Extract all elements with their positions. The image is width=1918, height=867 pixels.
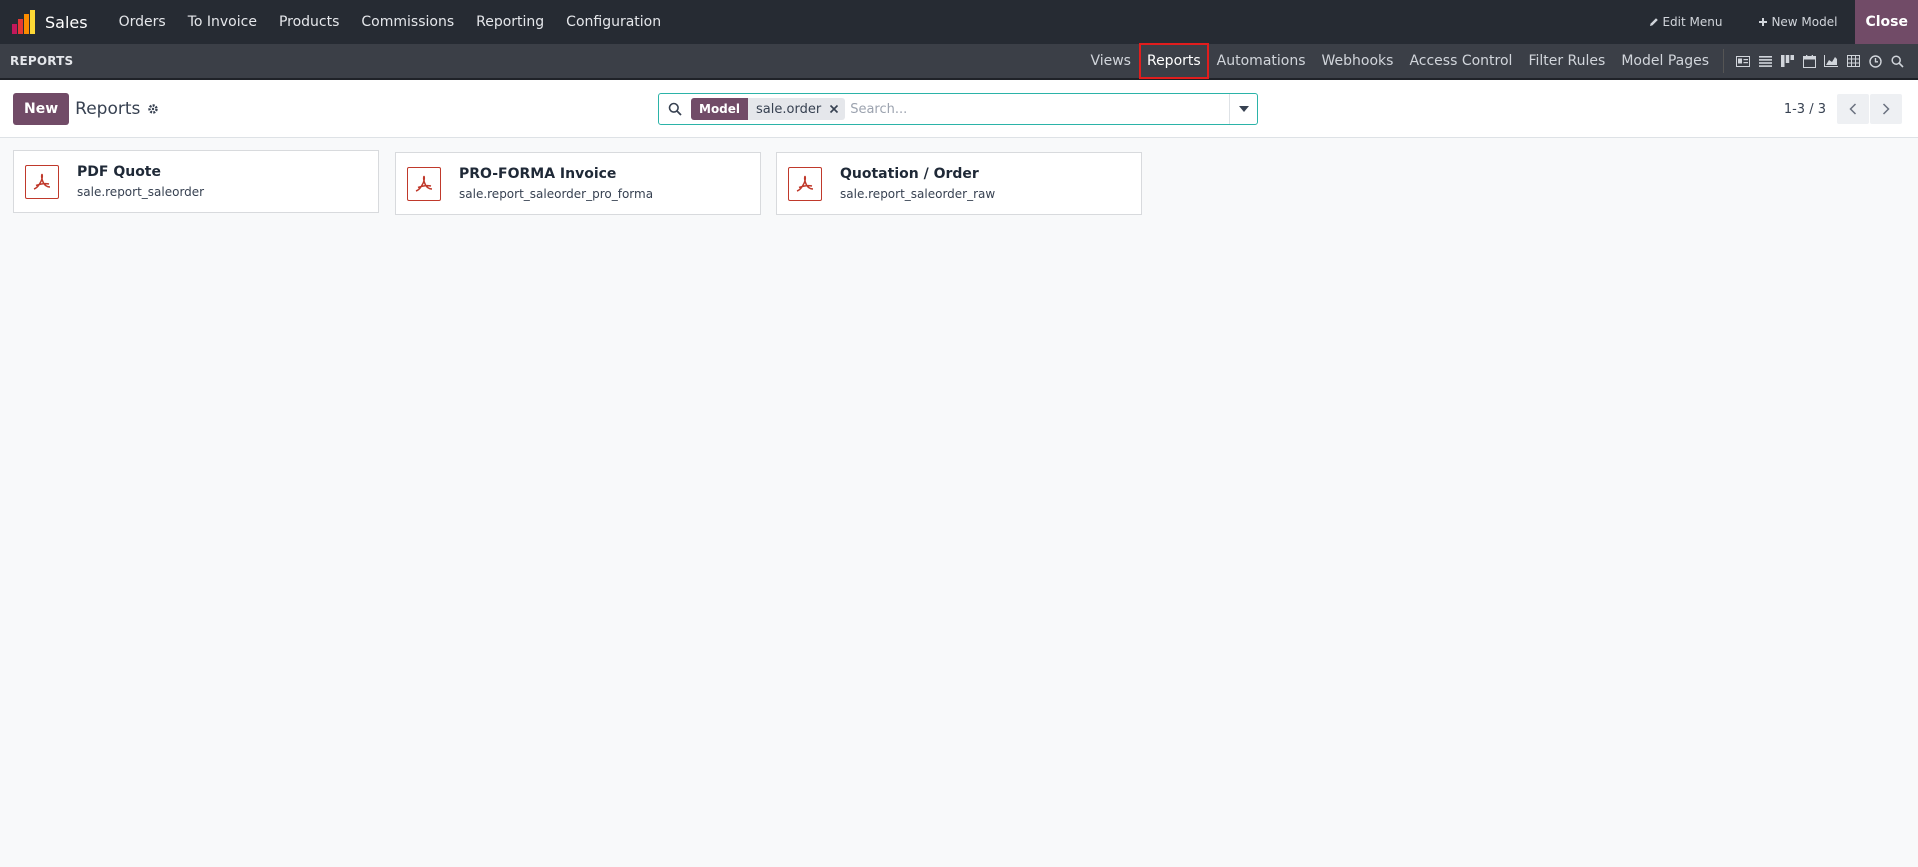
report-title: PDF Quote: [77, 164, 161, 180]
remove-facet-icon[interactable]: [829, 104, 845, 114]
graph-view-icon[interactable]: [1822, 52, 1840, 70]
search-options-toggle[interactable]: [1229, 94, 1257, 124]
search-icon[interactable]: [659, 102, 691, 116]
new-model-button[interactable]: New Model: [1740, 15, 1855, 29]
pager: 1-3 / 3: [1784, 93, 1902, 125]
studio-actions: Edit Menu New Model Close: [1631, 0, 1918, 44]
tab-filter-rules[interactable]: Filter Rules: [1520, 43, 1613, 79]
menu-item-orders[interactable]: Orders: [108, 14, 177, 30]
calendar-view-icon[interactable]: [1800, 52, 1818, 70]
control-panel: New Reports Model sale.order 1-3 / 3: [0, 80, 1918, 138]
chevron-left-icon: [1849, 103, 1857, 115]
pdf-icon: [25, 164, 59, 199]
menu-item-reporting[interactable]: Reporting: [465, 14, 555, 30]
studio-subbar: REPORTS Views Reports Automations Webhoo…: [0, 43, 1918, 80]
list-view-icon[interactable]: [1756, 52, 1774, 70]
report-technical-name: sale.report_saleorder_raw: [840, 187, 996, 201]
tab-reports[interactable]: Reports: [1138, 43, 1209, 79]
view-switcher: [1723, 49, 1908, 73]
menu-item-products[interactable]: Products: [268, 14, 350, 30]
menu-item-configuration[interactable]: Configuration: [555, 14, 672, 30]
chevron-right-icon: [1882, 103, 1890, 115]
tab-webhooks[interactable]: Webhooks: [1314, 43, 1402, 79]
search-input[interactable]: [850, 101, 1229, 117]
report-technical-name: sale.report_saleorder: [77, 185, 205, 199]
card-body: PRO-FORMA Invoice sale.report_saleorder_…: [459, 166, 653, 201]
report-technical-name: sale.report_saleorder_pro_forma: [459, 187, 654, 201]
page-title: Reports: [75, 98, 141, 119]
card-body: PDF Quote sale.report_saleorder: [77, 164, 204, 199]
app-name[interactable]: Sales: [45, 13, 88, 32]
report-card[interactable]: Quotation / Order sale.report_saleorder_…: [776, 152, 1142, 215]
menu-item-to-invoice[interactable]: To Invoice: [177, 14, 268, 30]
report-card[interactable]: PRO-FORMA Invoice sale.report_saleorder_…: [395, 152, 761, 215]
tab-automations[interactable]: Automations: [1209, 43, 1314, 79]
kanban-view-icon[interactable]: [1778, 52, 1796, 70]
search-facet-model: Model sale.order: [691, 98, 846, 120]
reports-kanban: PDF Quote sale.report_saleorder PRO-FORM…: [0, 138, 1918, 778]
edit-menu-button[interactable]: Edit Menu: [1631, 15, 1740, 29]
gear-icon[interactable]: [147, 103, 159, 115]
tab-views[interactable]: Views: [1082, 43, 1139, 79]
tab-access-control[interactable]: Access Control: [1401, 43, 1520, 79]
facet-label: Model: [691, 98, 749, 120]
report-card[interactable]: PDF Quote sale.report_saleorder: [13, 150, 379, 213]
search-view-icon[interactable]: [1888, 52, 1906, 70]
pager-value[interactable]: 1-3 / 3: [1784, 102, 1826, 117]
close-studio-button[interactable]: Close: [1855, 0, 1918, 44]
search-bar: Model sale.order: [658, 93, 1258, 125]
facet-value: sale.order: [756, 101, 822, 117]
report-title: Quotation / Order: [840, 166, 979, 182]
new-button[interactable]: New: [13, 92, 70, 125]
sales-app-logo-icon[interactable]: [12, 10, 36, 34]
report-title: PRO-FORMA Invoice: [459, 166, 617, 182]
edit-menu-label: Edit Menu: [1662, 15, 1723, 29]
pdf-icon: [788, 166, 822, 201]
pdf-icon: [407, 166, 441, 201]
activity-view-icon[interactable]: [1866, 52, 1884, 70]
plus-icon: [1759, 18, 1768, 26]
menu-item-commissions[interactable]: Commissions: [350, 14, 465, 30]
new-model-label: New Model: [1771, 15, 1838, 29]
app-menu: Orders To Invoice Products Commissions R…: [108, 14, 673, 30]
studio-section-title: REPORTS: [10, 54, 74, 68]
pivot-view-icon[interactable]: [1844, 52, 1862, 70]
main-navbar: Sales Orders To Invoice Products Commiss…: [0, 0, 1918, 44]
studio-tabs: Views Reports Automations Webhooks Acces…: [1082, 43, 1918, 79]
tab-model-pages[interactable]: Model Pages: [1613, 43, 1717, 79]
pencil-icon: [1650, 18, 1659, 26]
pager-previous-button[interactable]: [1837, 94, 1869, 124]
card-body: Quotation / Order sale.report_saleorder_…: [840, 166, 995, 201]
form-view-icon[interactable]: [1734, 52, 1752, 70]
pager-next-button[interactable]: [1870, 94, 1902, 124]
caret-down-icon: [1238, 106, 1249, 112]
